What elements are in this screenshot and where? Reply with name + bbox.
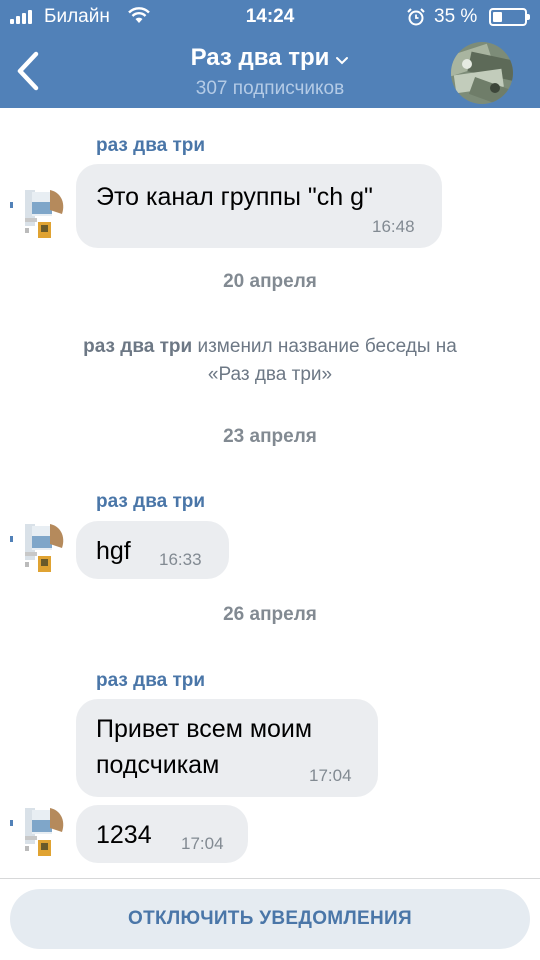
message-text: Это канал группы "ch g" <box>96 183 373 211</box>
message-bubble[interactable]: Привет всем моим подсчикам 17:04 <box>76 699 378 797</box>
message-text-line1: Привет всем моим <box>96 715 313 743</box>
message-time: 17:04 <box>181 834 224 853</box>
system-action: изменил название беседы на <box>197 336 457 357</box>
system-new-title: «Раз два три» <box>207 364 333 385</box>
message-sender[interactable]: раз два три <box>96 135 205 157</box>
message-bubble[interactable]: hgf 16:33 <box>76 521 229 579</box>
group-avatar[interactable] <box>451 42 513 104</box>
avatar[interactable] <box>8 522 66 580</box>
battery-percent: 35 % <box>434 6 478 27</box>
message-time: 16:33 <box>159 550 202 569</box>
message-bubble[interactable]: 1234 17:04 <box>76 805 248 863</box>
mute-notifications-button[interactable]: ОТКЛЮЧИТЬ УВЕДОМЛЕНИЯ <box>10 889 530 949</box>
system-actor[interactable]: раз два три <box>83 336 192 357</box>
system-message: раз два три изменил название беседы на «… <box>0 333 540 389</box>
date-separator: 26 апреля <box>223 604 317 625</box>
message-sender[interactable]: раз два три <box>96 491 205 513</box>
alarm-icon <box>407 8 425 26</box>
avatar[interactable] <box>8 188 66 246</box>
message-text-line2: подсчикам <box>96 751 220 779</box>
battery-icon <box>489 8 530 26</box>
chevron-down-icon <box>336 56 349 65</box>
message-text: hgf <box>96 537 131 565</box>
message-text: 1234 <box>96 821 152 849</box>
message-time: 17:04 <box>309 766 352 785</box>
date-separator: 23 апреля <box>223 426 317 447</box>
status-bar: Билайн 14:24 35 % <box>0 0 540 34</box>
message-sender[interactable]: раз два три <box>96 670 205 692</box>
chat-title: Раз два три <box>190 44 330 71</box>
message-time: 16:48 <box>372 217 415 236</box>
chat-header: Билайн 14:24 35 % Раз два три 307 подпис… <box>0 0 540 108</box>
message-bubble[interactable]: Это канал группы "ch g" 16:48 <box>76 164 442 248</box>
footer-divider <box>0 878 540 879</box>
date-separator: 20 апреля <box>223 271 317 292</box>
avatar[interactable] <box>8 806 66 864</box>
